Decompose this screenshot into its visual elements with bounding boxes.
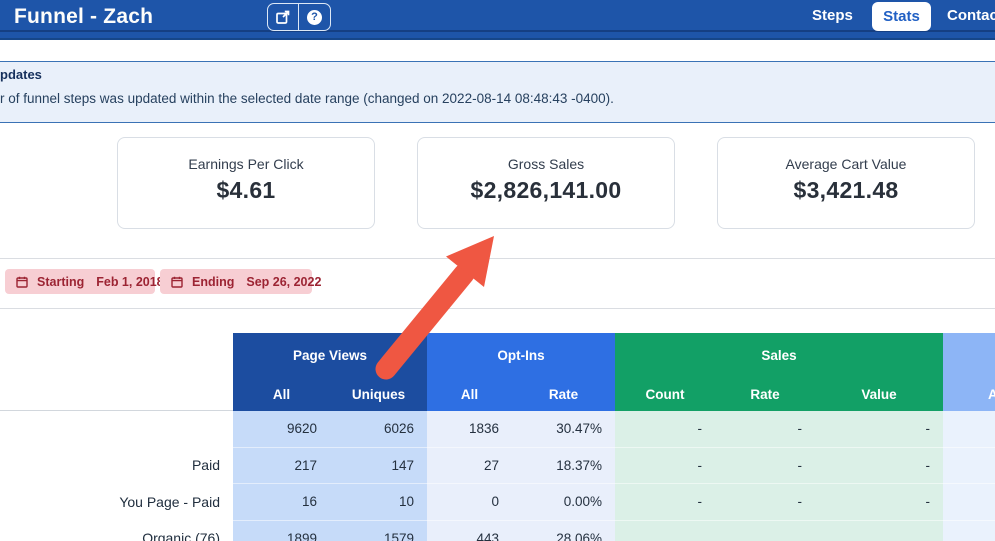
cell-clipped — [943, 448, 995, 485]
row-label: Paid — [0, 448, 233, 485]
cell-sales-rate: - — [715, 411, 815, 448]
section-divider — [0, 258, 995, 259]
cell-opt-ins-all: 0 — [427, 484, 512, 521]
cell-sales-value: - — [815, 448, 943, 485]
group-header-clipped — [943, 333, 995, 377]
cell-page-views-all: 9620 — [233, 411, 330, 448]
page-title: Funnel - Zach — [14, 5, 153, 29]
cell-sales-count: - — [615, 411, 715, 448]
stat-card-earnings-per-click: Earnings Per Click $4.61 — [117, 137, 375, 229]
stat-card-value: $2,826,141.00 — [418, 177, 674, 204]
cell-sales-rate: - — [715, 448, 815, 485]
pill-label: Starting — [37, 275, 84, 289]
table-row: You Page - Paid 16 10 0 0.00% - - - — [0, 484, 995, 521]
cell-page-views-all: 16 — [233, 484, 330, 521]
cell-clipped — [943, 484, 995, 521]
calendar-icon — [16, 276, 28, 288]
cell-sales-rate: - — [715, 484, 815, 521]
cell-sales-count: - — [615, 484, 715, 521]
banner-heading: pdates — [0, 67, 42, 82]
column-header-sales-count: Count — [615, 377, 715, 411]
cell-opt-ins-rate: 30.47% — [512, 411, 615, 448]
cell-page-views-uniques: 6026 — [330, 411, 427, 448]
funnel-stats-page: Funnel - Zach ? Steps Stats Contact pdat… — [0, 0, 995, 541]
column-header-opt-ins-all: All — [427, 377, 512, 411]
group-header-sales: Sales — [615, 333, 943, 377]
table-row: Organic (76) 1899 1579 443 28.06% — [0, 521, 995, 541]
table-row: 9620 6026 1836 30.47% - - - — [0, 411, 995, 448]
external-link-icon — [276, 10, 290, 24]
row-label — [0, 411, 233, 448]
column-header-page-views-all: All — [233, 377, 330, 411]
stat-card-label: Earnings Per Click — [118, 156, 374, 172]
open-external-button[interactable] — [268, 4, 299, 30]
stat-card-value: $4.61 — [118, 177, 374, 204]
pill-value: Feb 1, 2018 — [96, 275, 163, 289]
cell-sales-value — [815, 521, 943, 541]
ending-date-pill[interactable]: Ending Sep 26, 2022 — [160, 269, 312, 294]
cell-opt-ins-rate: 18.37% — [512, 448, 615, 485]
row-label: Organic (76) — [0, 521, 233, 541]
cell-opt-ins-rate: 0.00% — [512, 484, 615, 521]
cell-sales-count — [615, 521, 715, 541]
stat-card-gross-sales: Gross Sales $2,826,141.00 — [417, 137, 675, 229]
pill-value: Sep 26, 2022 — [246, 275, 321, 289]
cell-sales-rate — [715, 521, 815, 541]
column-header-clipped-all: All — [943, 377, 995, 411]
cell-page-views-all: 217 — [233, 448, 330, 485]
top-bar-divider — [0, 30, 995, 32]
cell-sales-count: - — [615, 448, 715, 485]
column-header-sales-rate: Rate — [715, 377, 815, 411]
table-sub-header-row: All Uniques All Rate Count Rate Value Al… — [233, 377, 995, 411]
section-divider — [0, 308, 995, 309]
group-header-page-views: Page Views — [233, 333, 427, 377]
table-group-header-row: Page Views Opt-Ins Sales — [233, 333, 995, 377]
stat-card-average-cart-value: Average Cart Value $3,421.48 — [717, 137, 975, 229]
nav-tab-stats[interactable]: Stats — [872, 2, 931, 31]
cell-page-views-all: 1899 — [233, 521, 330, 541]
table-row: Paid 217 147 27 18.37% - - - — [0, 448, 995, 485]
group-header-opt-ins: Opt-Ins — [427, 333, 615, 377]
starting-date-pill[interactable]: Starting Feb 1, 2018 — [5, 269, 155, 294]
cell-opt-ins-all: 27 — [427, 448, 512, 485]
help-icon: ? — [307, 10, 322, 25]
stat-card-label: Gross Sales — [418, 156, 674, 172]
cell-opt-ins-all: 1836 — [427, 411, 512, 448]
title-toolbar: ? — [267, 3, 331, 31]
nav-tab-contacts[interactable]: Contact — [947, 7, 995, 24]
cell-opt-ins-all: 443 — [427, 521, 512, 541]
pill-label: Ending — [192, 275, 234, 289]
column-header-opt-ins-rate: Rate — [512, 377, 615, 411]
cell-clipped — [943, 411, 995, 448]
cell-sales-value: - — [815, 484, 943, 521]
row-label: You Page - Paid — [0, 484, 233, 521]
cell-sales-value: - — [815, 411, 943, 448]
cell-page-views-uniques: 10 — [330, 484, 427, 521]
stat-card-label: Average Cart Value — [718, 156, 974, 172]
column-header-sales-value: Value — [815, 377, 943, 411]
cell-page-views-uniques: 147 — [330, 448, 427, 485]
cell-clipped — [943, 521, 995, 541]
cell-page-views-uniques: 1579 — [330, 521, 427, 541]
nav-tab-steps[interactable]: Steps — [812, 7, 853, 24]
help-button[interactable]: ? — [299, 4, 330, 30]
banner-message: r of funnel steps was updated within the… — [0, 91, 614, 106]
calendar-icon — [171, 276, 183, 288]
stat-card-value: $3,421.48 — [718, 177, 974, 204]
column-header-page-views-uniques: Uniques — [330, 377, 427, 411]
updates-banner: pdates r of funnel steps was updated wit… — [0, 61, 995, 123]
cell-opt-ins-rate: 28.06% — [512, 521, 615, 541]
